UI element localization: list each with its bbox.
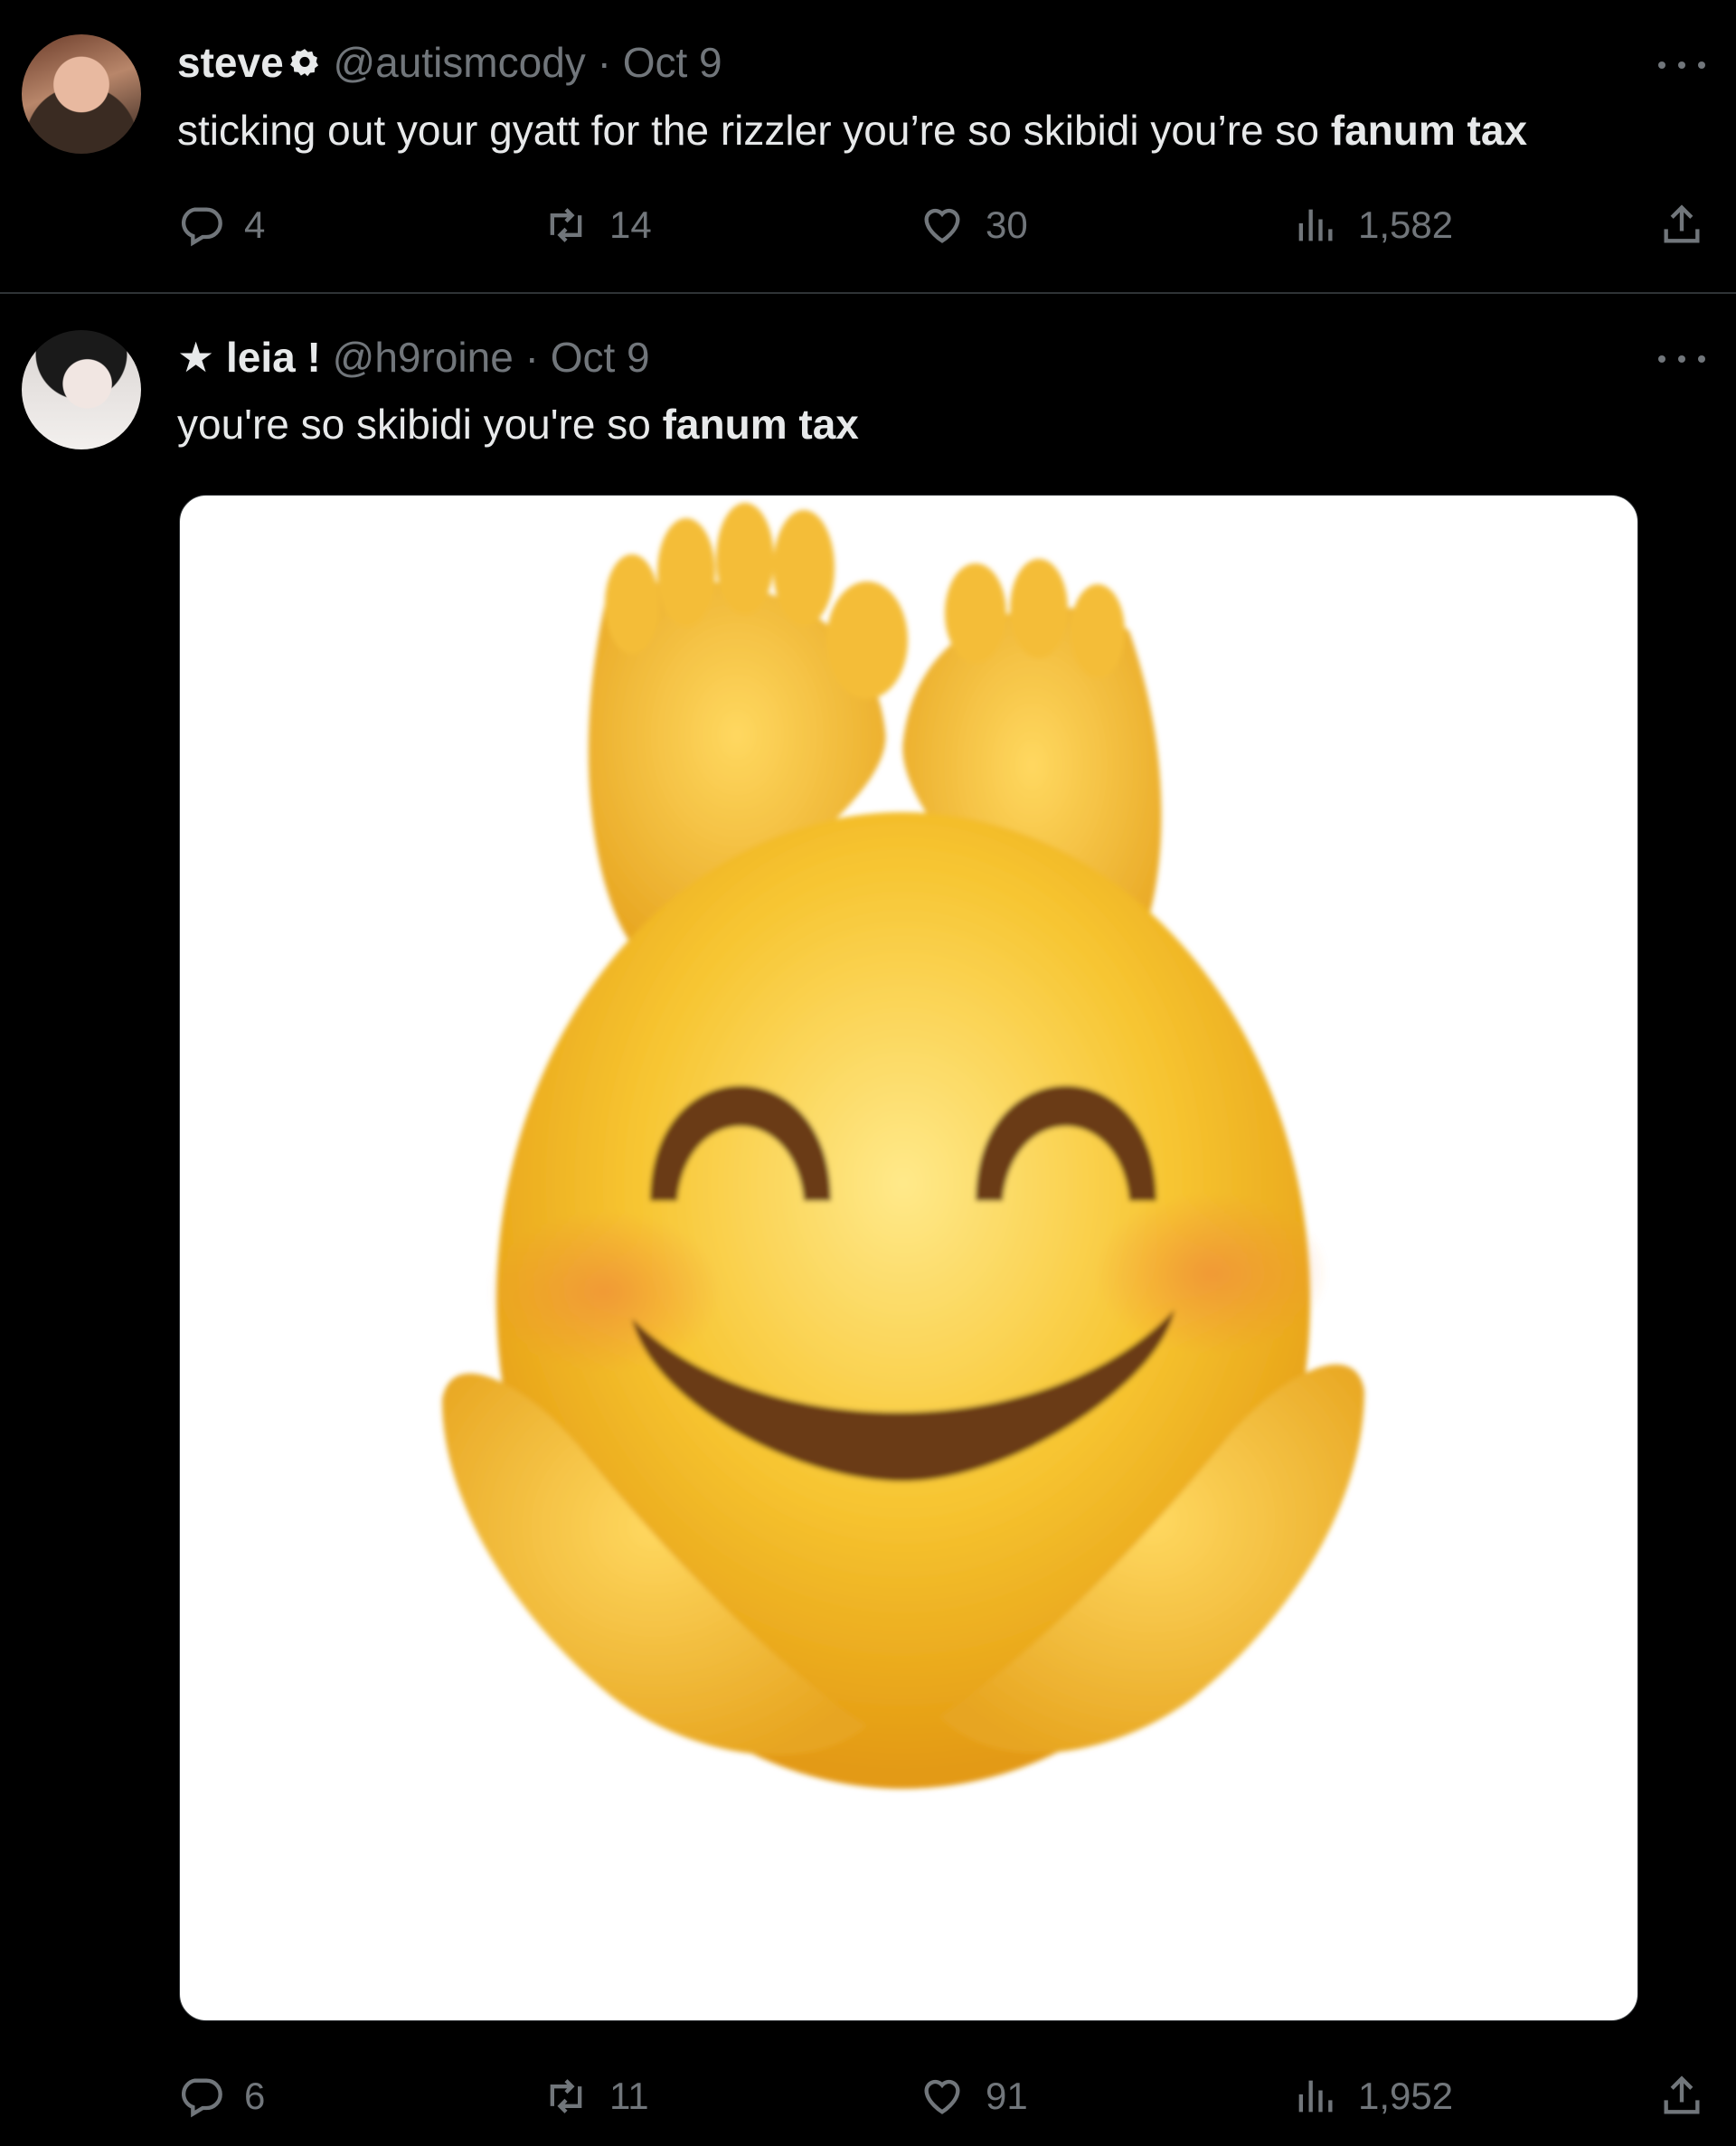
reply-button[interactable]: 4 (177, 198, 265, 252)
like-button[interactable]: 91 (919, 2069, 1028, 2123)
views-count: 1,952 (1358, 2075, 1454, 2117)
avatar[interactable] (22, 34, 141, 154)
tweet-header: steve @autismcody · Oct 9 (177, 38, 722, 87)
more-icon[interactable] (1658, 56, 1709, 74)
tweet[interactable]: steve @autismcody · Oct 9 sticking out y… (0, 0, 1736, 294)
tweet-text: sticking out your gyatt for the rizzler … (177, 105, 1527, 156)
views-button[interactable]: 1,952 (1291, 2069, 1453, 2123)
tweet-text-plain: sticking out your gyatt for the rizzler … (177, 107, 1331, 154)
retweet-button[interactable]: 11 (542, 2069, 649, 2123)
views-button[interactable]: 1,582 (1291, 198, 1453, 252)
reply-count: 4 (244, 203, 266, 246)
display-name[interactable]: leia ! (226, 334, 321, 381)
share-icon (1664, 2075, 1700, 2114)
tweet-text: you're so skibidi you're so fanum tax (177, 399, 859, 449)
views-count: 1,582 (1358, 203, 1454, 246)
views-icon (1298, 2080, 1333, 2113)
separator: · (524, 334, 539, 381)
like-count: 30 (986, 203, 1028, 246)
tweet-text-bold: fanum tax (662, 401, 859, 448)
user-handle[interactable]: @h9roine (333, 334, 514, 381)
avatar[interactable] (22, 330, 141, 449)
verified-badge-icon (289, 49, 318, 77)
like-count: 91 (986, 2075, 1028, 2117)
retweet-icon (550, 208, 582, 242)
share-icon (1664, 204, 1700, 243)
reply-icon (181, 207, 222, 247)
tweet-media[interactable] (179, 495, 1638, 2021)
separator: · (597, 39, 611, 86)
retweet-icon (550, 2079, 582, 2113)
retweet-count: 14 (609, 203, 652, 246)
like-button[interactable]: 30 (919, 198, 1028, 252)
reply-count: 6 (244, 2075, 266, 2117)
tweet-actions: 6 11 91 1,952 (177, 2069, 1714, 2123)
views-icon (1298, 209, 1333, 241)
share-button[interactable] (1658, 198, 1725, 252)
more-icon[interactable] (1658, 350, 1709, 368)
tweet-date[interactable]: Oct 9 (623, 39, 722, 86)
heart-icon (924, 208, 960, 243)
share-button[interactable] (1658, 2069, 1725, 2123)
tweet-text-bold: fanum tax (1330, 107, 1528, 154)
retweet-count: 11 (609, 2075, 649, 2117)
tweet-text-plain: you're so skibidi you're so (177, 401, 663, 448)
smiling-emoji-with-feet-image (442, 503, 1364, 1789)
tweet-date[interactable]: Oct 9 (551, 334, 650, 381)
retweet-button[interactable]: 14 (542, 198, 652, 252)
name-prefix-star: ★ (177, 334, 215, 381)
reply-icon (181, 2078, 222, 2118)
heart-icon (924, 2079, 960, 2114)
tweet-actions: 4 14 30 1,582 (177, 198, 1714, 252)
reply-button[interactable]: 6 (177, 2069, 265, 2123)
tweet[interactable]: ★ leia ! @h9roine · Oct 9 you're so skib… (0, 294, 1736, 2146)
tweet-header: ★ leia ! @h9roine · Oct 9 (177, 333, 650, 382)
display-name[interactable]: steve (177, 39, 284, 86)
user-handle[interactable]: @autismcody (333, 39, 585, 86)
